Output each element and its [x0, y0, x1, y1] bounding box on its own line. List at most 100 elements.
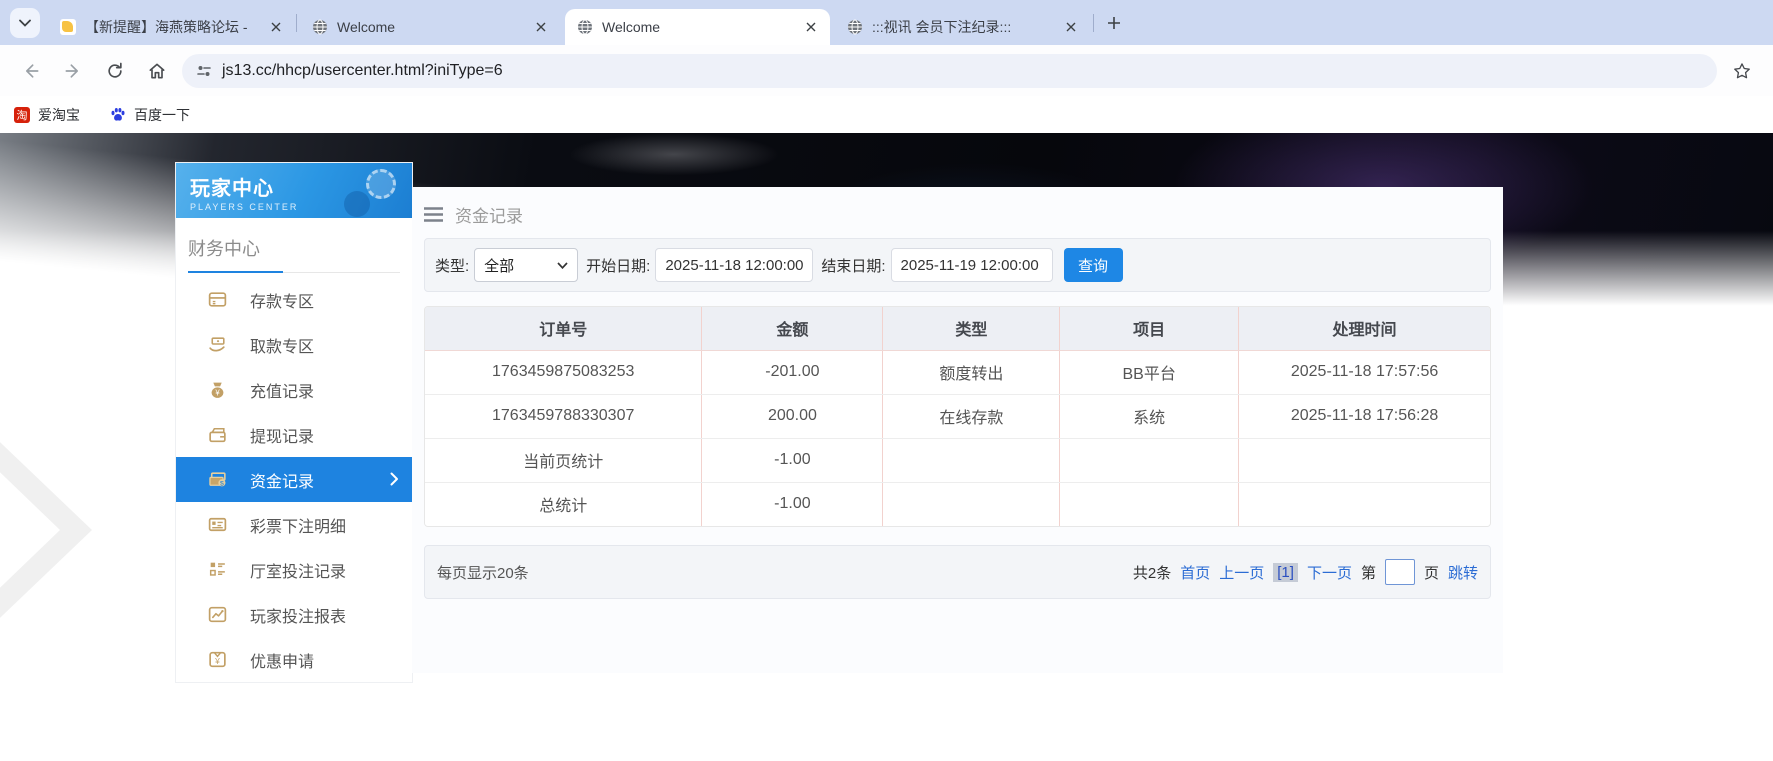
browser-toolbar: js13.cc/hhcp/usercenter.html?iniType=6 — [0, 45, 1773, 96]
reload-icon — [108, 62, 122, 78]
bookmark-label: 爱淘宝 — [38, 106, 80, 123]
svg-text:$: $ — [220, 480, 224, 487]
pagination-bar: 每页显示20条 共2条 首页 上一页 [1] 下一页 第 页 跳转 — [424, 545, 1491, 599]
cell-label: 当前页统计 — [425, 438, 703, 483]
sidebar-item-recharge-records[interactable]: ¥ 充值记录 — [176, 367, 412, 412]
cell-amount: 200.00 — [701, 394, 884, 439]
col-order-no: 订单号 — [425, 307, 703, 351]
star-icon — [1734, 62, 1750, 78]
sidebar-item-promo-apply[interactable]: ¥ 优惠申请 — [176, 637, 412, 682]
col-process-time: 处理时间 — [1238, 307, 1490, 351]
sidebar-item-hall-bet-records[interactable]: 厅室投注记录 — [176, 547, 412, 592]
withdraw-hand-icon — [206, 334, 228, 356]
tab-video-records[interactable]: :::视讯 会员下注纪录::: — [835, 9, 1090, 45]
cell-amount: -1.00 — [701, 482, 884, 526]
sidebar-header: 玩家中心 PLAYERS CENTER — [176, 163, 412, 218]
sidebar-item-label: 彩票下注明细 — [250, 518, 347, 536]
site-info-icon — [197, 65, 211, 76]
hamburger-menu-icon[interactable] — [424, 206, 443, 222]
col-type: 类型 — [882, 307, 1061, 351]
tab-divider — [1093, 14, 1094, 32]
jump-button[interactable]: 跳转 — [1448, 562, 1478, 583]
total-count: 共2条 — [1132, 564, 1172, 582]
back-button[interactable] — [14, 54, 48, 88]
svg-text:¥: ¥ — [215, 388, 220, 397]
forward-button[interactable] — [56, 54, 90, 88]
sidebar-item-fund-records[interactable]: $ 资金记录 — [176, 457, 412, 502]
tab-strip: 【新提醒】海燕策略论坛 - 综合 Welcome Welcome — [0, 0, 1773, 45]
main-content: 资金记录 类型: 全部 开始日期: 结束日期: 查询 — [412, 187, 1503, 673]
prev-page-link[interactable]: 上一页 — [1219, 562, 1264, 583]
cell-process-time: 2025-11-18 17:57:56 — [1238, 350, 1490, 395]
tab-title: Welcome — [602, 19, 661, 35]
close-icon[interactable] — [802, 18, 820, 36]
type-select-value: 全部 — [484, 257, 515, 275]
chevron-down-icon — [19, 19, 31, 27]
end-date-input[interactable] — [890, 248, 1053, 282]
start-date-input[interactable] — [655, 248, 814, 282]
baidu-paw-icon — [111, 107, 125, 121]
list-icon — [206, 559, 228, 581]
current-page-indicator: [1] — [1273, 562, 1298, 582]
search-button[interactable]: 查询 — [1063, 248, 1123, 282]
cell-project: BB平台 — [1059, 350, 1240, 395]
first-page-link[interactable]: 首页 — [1180, 562, 1210, 583]
tab-forum[interactable]: 【新提醒】海燕策略论坛 - 综合 — [48, 9, 295, 45]
close-icon[interactable] — [267, 18, 285, 36]
sidebar-item-label: 资金记录 — [250, 473, 315, 491]
poker-chip-decoration — [366, 169, 396, 199]
player-center-sidebar: 玩家中心 PLAYERS CENTER 财务中心 存款专区 取款专区 ¥ 充值记… — [176, 163, 412, 682]
cell-label: 总统计 — [425, 482, 703, 526]
close-icon[interactable] — [1062, 18, 1080, 36]
bookmark-baidu[interactable]: 百度一下 — [110, 105, 190, 125]
sidebar-item-withdraw[interactable]: 取款专区 — [176, 322, 412, 367]
tab-title: Welcome — [337, 19, 396, 35]
ticket-icon — [206, 514, 228, 536]
sidebar-section-title: 财务中心 — [176, 218, 412, 273]
bookmark-star-button[interactable] — [1725, 54, 1759, 88]
close-icon[interactable] — [532, 18, 550, 36]
sidebar-item-label: 充值记录 — [250, 383, 315, 401]
page-jump-input[interactable] — [1384, 559, 1415, 585]
tab-search-button[interactable] — [10, 8, 40, 38]
cell-type: 在线存款 — [882, 394, 1061, 439]
tab-welcome-1[interactable]: Welcome — [300, 9, 560, 45]
background-triangle-inner — [0, 455, 60, 605]
reload-button[interactable] — [98, 54, 132, 88]
home-button[interactable] — [140, 54, 174, 88]
sidebar-item-lottery-bet-details[interactable]: 彩票下注明细 — [176, 502, 412, 547]
sidebar-item-label: 优惠申请 — [250, 653, 315, 671]
globe-favicon — [848, 19, 862, 35]
sidebar-item-label: 提现记录 — [250, 428, 315, 446]
browser-window: 【新提醒】海燕策略论坛 - 综合 Welcome Welcome — [0, 0, 1773, 761]
type-select[interactable]: 全部 — [474, 248, 579, 282]
bookmark-taobao[interactable]: 淘 爱淘宝 — [14, 105, 80, 125]
new-tab-button[interactable] — [1100, 9, 1128, 37]
page-header: 资金记录 — [424, 197, 1491, 231]
wallet-icon — [206, 424, 228, 446]
deposit-card-icon — [206, 289, 228, 311]
sidebar-item-withdrawal-records[interactable]: 提现记录 — [176, 412, 412, 457]
table-row-grand-total: 总统计 -1.00 — [425, 482, 1490, 526]
table-row-page-total: 当前页统计 -1.00 — [425, 438, 1490, 483]
money-bag-icon: ¥ — [206, 379, 228, 401]
cell-order-no: 1763459875083253 — [425, 350, 703, 395]
pagination-controls: 共2条 首页 上一页 [1] 下一页 第 页 跳转 — [1133, 559, 1478, 585]
tab-welcome-active[interactable]: Welcome — [565, 9, 830, 45]
gift-icon: ¥ — [206, 649, 228, 671]
url-bar[interactable]: js13.cc/hhcp/usercenter.html?iniType=6 — [182, 53, 1717, 88]
fund-records-table: 订单号 金额 类型 项目 处理时间 1763459875083253 -201.… — [424, 306, 1491, 527]
yellow-bubble-favicon — [60, 19, 76, 35]
sidebar-item-player-bet-report[interactable]: 玩家投注报表 — [176, 592, 412, 637]
filter-bar: 类型: 全部 开始日期: 结束日期: 查询 — [424, 238, 1491, 292]
sidebar-item-deposit[interactable]: 存款专区 — [176, 277, 412, 322]
cell-type: 额度转出 — [882, 350, 1061, 395]
forward-icon — [65, 63, 78, 78]
next-page-link[interactable]: 下一页 — [1307, 562, 1352, 583]
bookmark-label: 百度一下 — [134, 106, 190, 123]
chevron-right-icon — [390, 472, 399, 486]
sidebar-item-label: 存款专区 — [250, 293, 315, 311]
url-text: js13.cc/hhcp/usercenter.html?iniType=6 — [222, 61, 503, 79]
type-label: 类型: — [435, 257, 470, 275]
cell-amount: -201.00 — [701, 350, 884, 395]
